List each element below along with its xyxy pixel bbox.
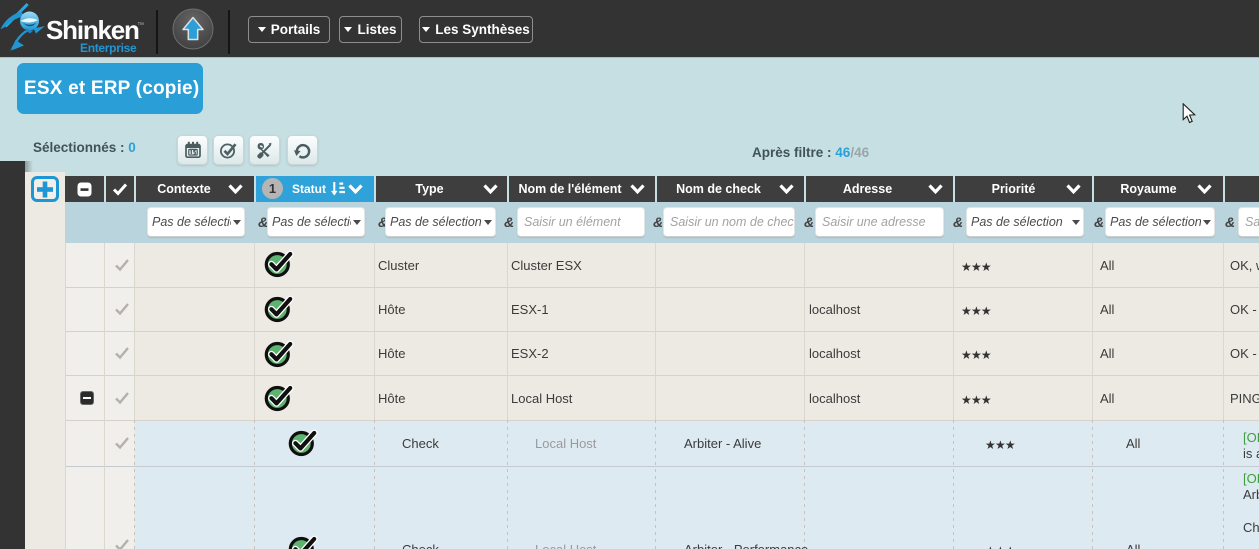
svg-text:™: ™ [137,22,144,29]
svg-text:Enterprise: Enterprise [80,41,137,55]
